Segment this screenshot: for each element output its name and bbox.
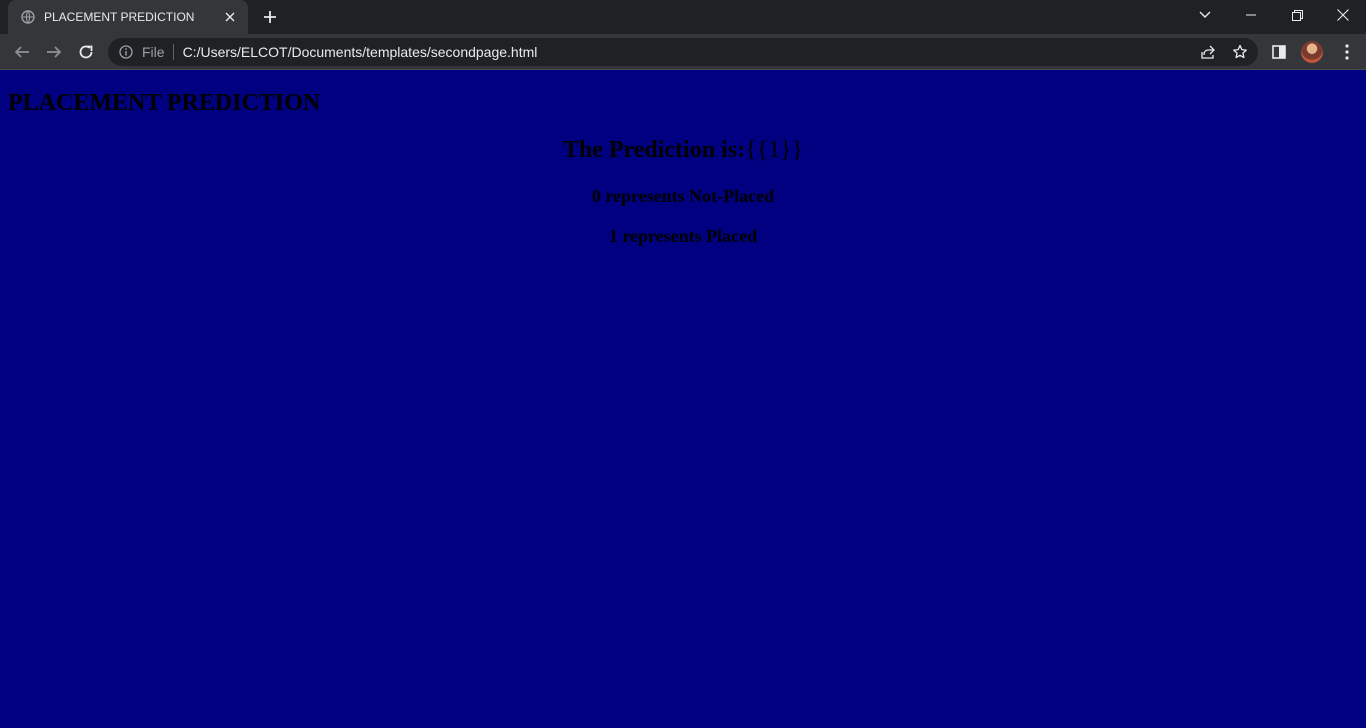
legend-not-placed: 0 represents Not-Placed xyxy=(591,186,775,206)
restore-icon[interactable] xyxy=(1274,0,1320,30)
minimize-icon[interactable] xyxy=(1228,0,1274,30)
page-heading: PLACEMENT PREDICTION xyxy=(8,90,321,116)
close-tab-icon[interactable] xyxy=(222,9,238,25)
side-panel-icon[interactable] xyxy=(1268,42,1290,62)
prediction-label: The Prediction is: xyxy=(562,137,746,163)
url-scheme-label: File xyxy=(142,44,165,60)
info-icon[interactable] xyxy=(118,44,134,60)
share-icon[interactable] xyxy=(1198,42,1218,62)
bookmark-star-icon[interactable] xyxy=(1230,42,1250,62)
address-separator xyxy=(172,44,174,60)
address-bar-actions xyxy=(1198,42,1250,62)
close-window-icon[interactable] xyxy=(1320,0,1366,30)
back-arrow-icon[interactable] xyxy=(8,38,36,66)
reload-icon[interactable] xyxy=(72,38,100,66)
tab-title: PLACEMENT PREDICTION xyxy=(44,10,195,24)
url-text[interactable]: C:/Users/ELCOT/Documents/templates/secon… xyxy=(183,44,538,60)
prediction-result: The Prediction is:{{1}} xyxy=(0,137,1366,164)
browser-toolbar: File C:/Users/ELCOT/Documents/templates/… xyxy=(0,34,1366,70)
address-bar[interactable]: File C:/Users/ELCOT/Documents/templates/… xyxy=(108,38,1258,66)
page-content: PLACEMENT PREDICTION The Prediction is:{… xyxy=(0,71,1366,728)
browser-titlebar: PLACEMENT PREDICTION xyxy=(0,0,1366,34)
browser-tab[interactable]: PLACEMENT PREDICTION xyxy=(8,0,248,34)
kebab-menu-icon[interactable] xyxy=(1336,40,1358,64)
new-tab-button[interactable] xyxy=(258,6,282,28)
globe-icon xyxy=(20,9,36,25)
prediction-value: {{1}} xyxy=(745,137,804,163)
forward-arrow-icon[interactable] xyxy=(40,38,68,66)
tab-search-chevron-icon[interactable] xyxy=(1190,4,1220,26)
window-controls xyxy=(1228,0,1366,30)
legend-placed: 1 represents Placed xyxy=(608,226,758,246)
profile-avatar[interactable] xyxy=(1301,41,1323,63)
